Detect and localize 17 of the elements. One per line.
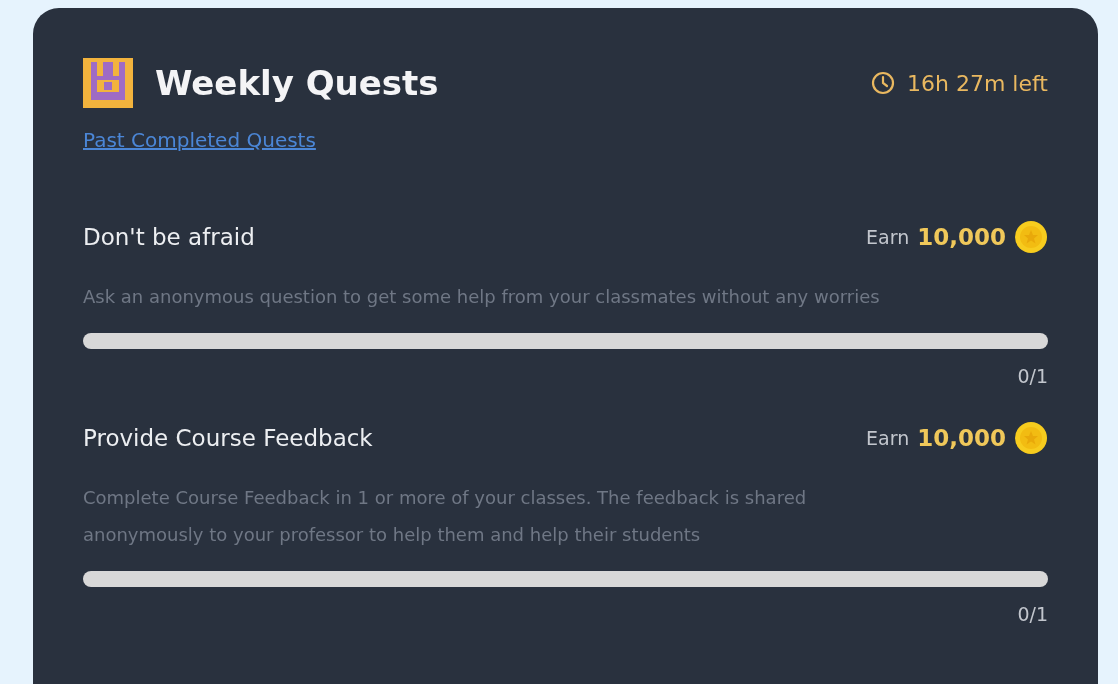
progress-count: 0/1 [1017, 365, 1048, 387]
past-quests-link[interactable]: Past Completed Quests [83, 128, 316, 152]
earn-label: Earn [866, 427, 910, 449]
quest-description: Ask an anonymous question to get some help from your classmates without any worries [83, 285, 881, 309]
reward-amount: 10,000 [917, 224, 1006, 250]
time-left: 16h 27m left [907, 70, 1048, 96]
reward-amount: 10,000 [917, 425, 1006, 451]
quest-title: Don't be afraid [83, 224, 255, 250]
quest-title: Provide Course Feedback [83, 425, 373, 451]
treasure-chest-icon [83, 58, 133, 108]
panel-title: Weekly Quests [155, 63, 439, 103]
coin-icon [1014, 220, 1048, 254]
quest-description: Complete Course Feedback in 1 or more of your classes. The feedback is shared anonymously to your professor to help them and help their students [83, 486, 808, 547]
progress-count: 0/1 [1017, 603, 1048, 625]
earn-label: Earn [866, 226, 910, 248]
clock-icon [871, 71, 895, 95]
coin-icon [1014, 421, 1048, 455]
